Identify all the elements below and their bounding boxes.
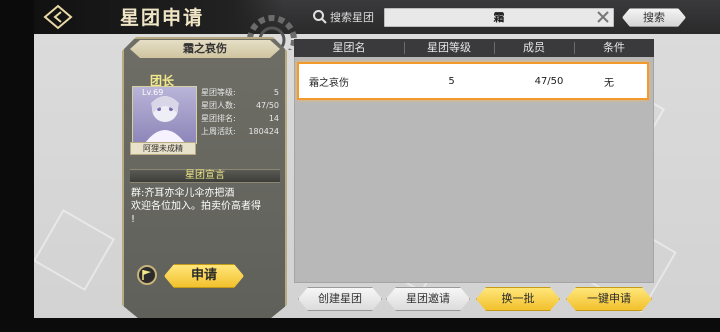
- refresh-button[interactable]: 换一批: [476, 287, 560, 311]
- column-header-condition: 条件: [574, 39, 654, 57]
- stat-value: 5: [273, 88, 279, 97]
- stat-row-members: 星团人数: 47/50: [201, 99, 279, 112]
- cell-name: 霜之哀伤: [309, 77, 349, 89]
- create-guild-button[interactable]: 创建星团: [298, 287, 382, 311]
- stat-label: 星团人数:: [201, 101, 236, 110]
- guild-name-title: 霜之哀伤: [130, 40, 280, 58]
- stat-value: 14: [268, 114, 279, 123]
- guild-invite-button[interactable]: 星团邀请: [386, 287, 470, 311]
- stat-row-activity: 上周活跃: 180424: [201, 125, 279, 138]
- apply-button[interactable]: 申请: [164, 264, 244, 288]
- table-row[interactable]: 霜之哀伤 5 47/50 无: [297, 62, 649, 100]
- stat-label: 上周活跃:: [201, 127, 236, 136]
- guild-stats: 星团等级: 5 星团人数: 47/50 星团排名: 14 上周活跃: 18042…: [201, 86, 279, 138]
- search-label: 搜索星团: [330, 11, 374, 24]
- avatar-level: Lv.69: [142, 88, 164, 97]
- bottom-bar: [34, 318, 720, 332]
- leader-name: 阿狸未成精: [130, 142, 196, 155]
- table-header: 星团名 星团等级 成员 条件: [294, 39, 654, 57]
- back-button[interactable]: [40, 2, 76, 32]
- guild-flag-icon: [137, 265, 157, 285]
- declaration-title: 星团宣言: [130, 169, 280, 183]
- column-header-members: 成员: [494, 39, 574, 57]
- stat-value: 47/50: [255, 101, 279, 110]
- stat-label: 星团排名:: [201, 114, 236, 123]
- search-button[interactable]: 搜索: [622, 8, 686, 27]
- clear-icon[interactable]: [596, 10, 610, 24]
- stat-row-rank: 星团排名: 14: [201, 112, 279, 125]
- cell-level: 5: [448, 75, 455, 87]
- stat-label: 星团等级:: [201, 88, 236, 97]
- apply-all-button[interactable]: 一键申请: [566, 287, 652, 311]
- page-title: 星团申请: [120, 7, 205, 29]
- column-header-name: 星团名: [332, 41, 366, 54]
- back-arrow-icon: [43, 4, 73, 30]
- stat-value: 180424: [248, 127, 279, 136]
- cell-condition: 无: [604, 77, 614, 89]
- cell-members: 47/50: [534, 75, 564, 87]
- column-header-level: 星团等级: [404, 39, 494, 57]
- search-input[interactable]: 霜: [384, 8, 614, 27]
- stat-row-level: 星团等级: 5: [201, 86, 279, 99]
- declaration-text: 群:齐耳亦伞儿伞亦把酒 欢迎各位加入。拍卖价高者得 !: [131, 188, 261, 225]
- search-icon: [313, 10, 327, 24]
